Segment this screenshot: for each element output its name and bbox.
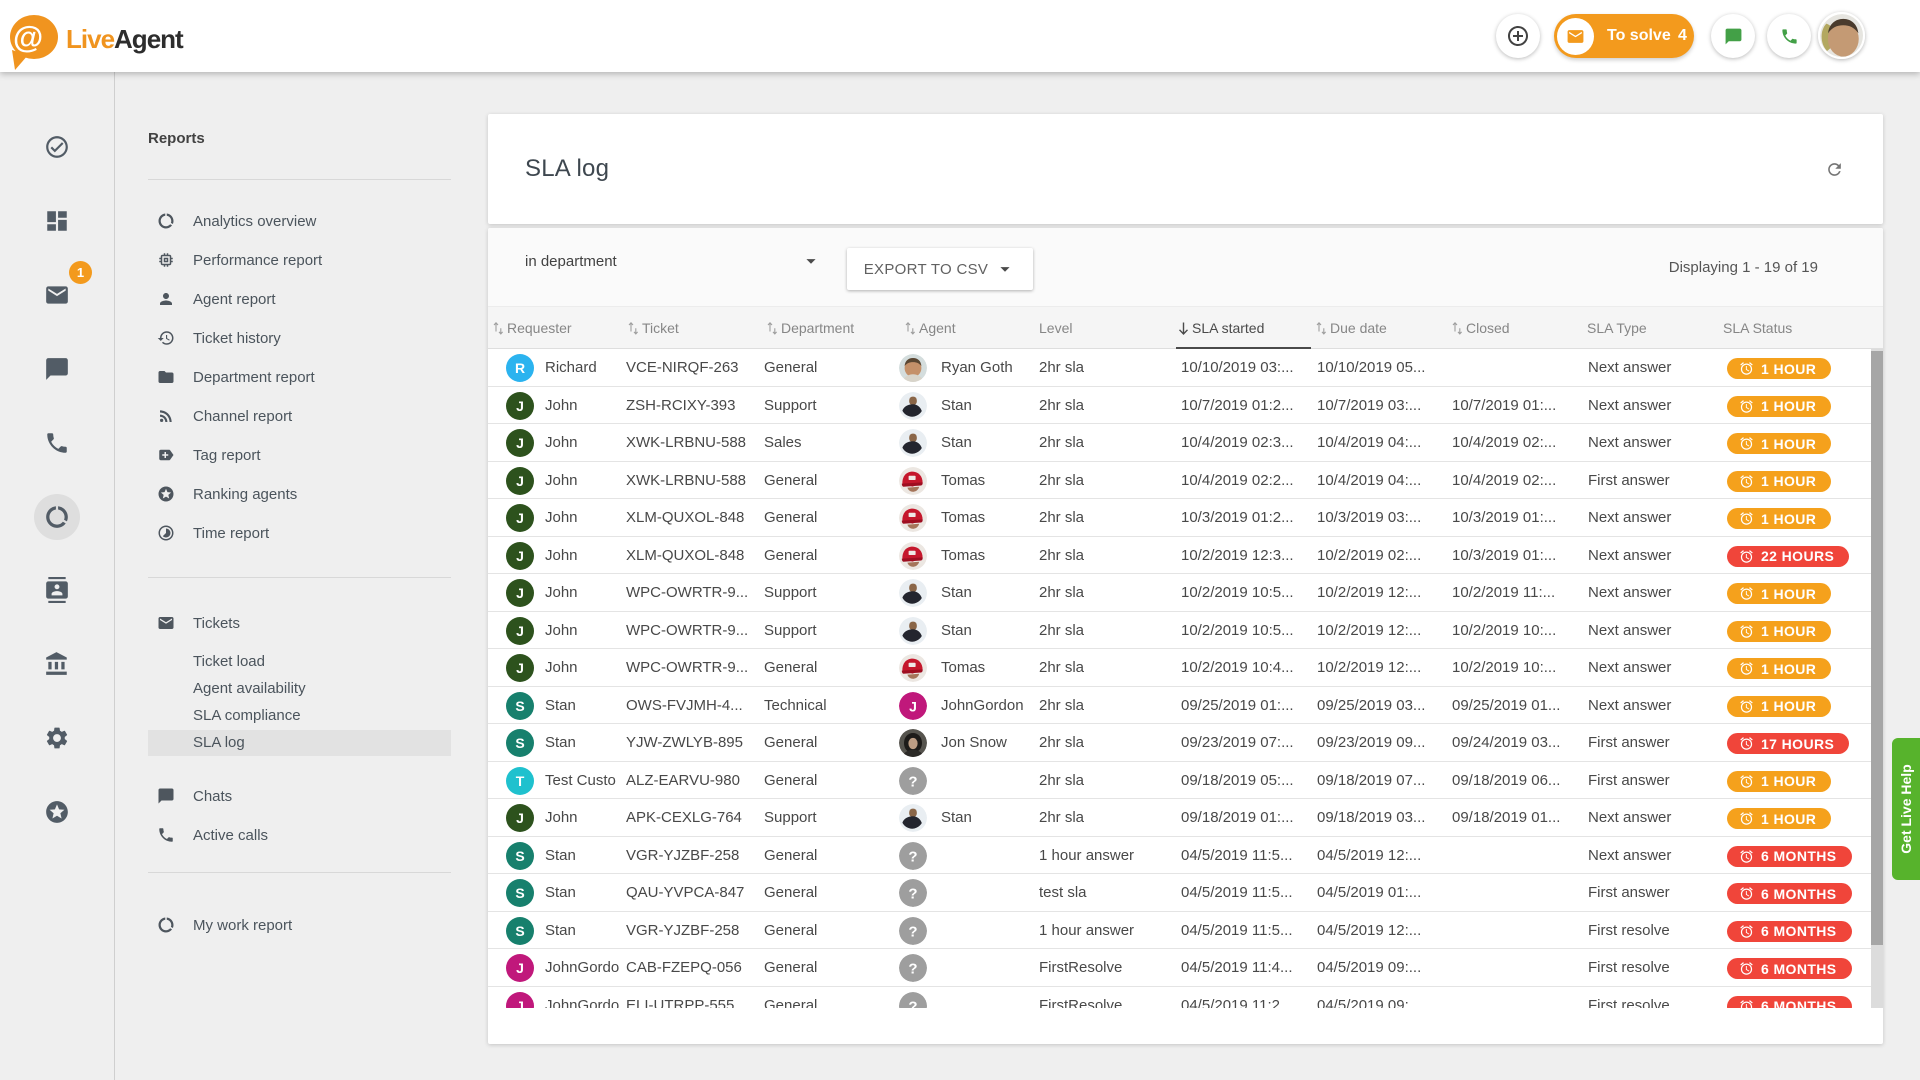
svg-text:?: ? (908, 886, 917, 903)
svg-text:?: ? (908, 961, 917, 978)
svg-text:?: ? (908, 848, 917, 865)
svg-text:?: ? (908, 923, 917, 940)
svg-text:@: @ (13, 20, 43, 55)
svg-text:?: ? (908, 998, 917, 1008)
svg-text:?: ? (908, 773, 917, 790)
svg-text:J: J (909, 698, 917, 714)
